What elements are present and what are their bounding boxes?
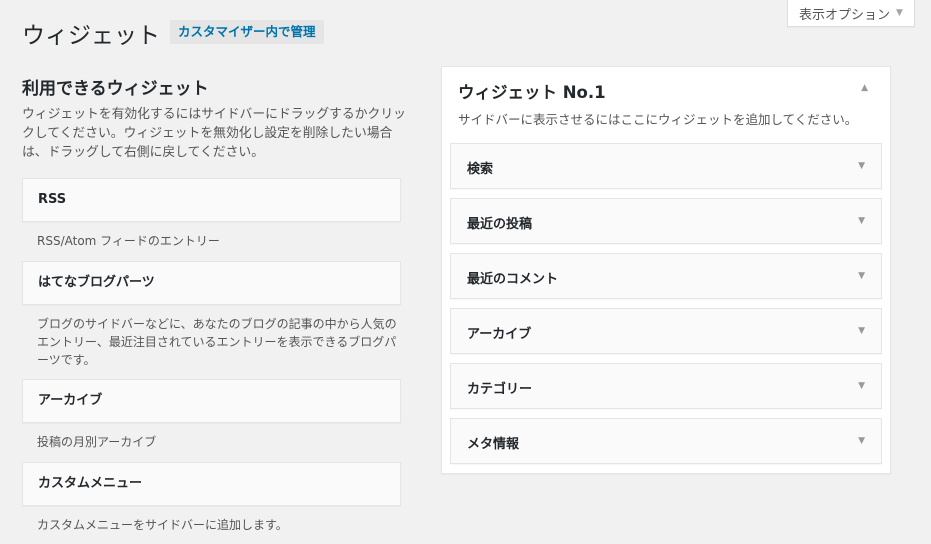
widget-description: 投稿の月別アーカイブ [37,435,157,449]
sidebar-widget-meta[interactable]: メタ情報 ▼ [450,418,882,464]
page-title: ウィジェット [22,23,160,49]
caret-up-icon[interactable]: ▲ [861,83,868,93]
widget-title: アーカイブ [467,327,532,342]
sidebar-widget-recent-posts[interactable]: 最近の投稿 ▼ [450,198,882,244]
widget-title: はてなブログパーツ [38,275,155,290]
sidebar-title: ウィジェット No.1 [458,83,606,102]
widget-description: RSS/Atom フィードのエントリー [37,234,220,248]
caret-down-icon[interactable]: ▼ [858,271,865,281]
available-widgets-description: ウィジェットを有効化するにはサイドバーにドラッグするかクリックしてください。ウィ… [22,107,406,160]
widget-description: カスタムメニューをサイドバーに追加します。 [37,518,288,532]
widget-title: 検索 [467,162,494,177]
widget-title: RSS [38,192,67,207]
widget-title: 最近のコメント [467,272,559,287]
caret-down-icon[interactable]: ▼ [858,326,865,336]
caret-down-icon[interactable]: ▼ [858,161,865,171]
screen-options-button[interactable]: 表示オプション ▼ [787,0,915,27]
widget-title: カスタムメニュー [38,476,143,491]
widget-title: 最近の投稿 [467,217,533,232]
caret-down-icon[interactable]: ▼ [858,216,865,226]
widget-rss[interactable]: RSS [22,178,401,222]
manage-in-customizer-button[interactable]: カスタマイザー内で管理 [170,20,324,44]
widget-title: カテゴリー [467,382,533,397]
sidebar-description: サイドバーに表示させるにはここにウィジェットを追加してください。 [458,112,858,127]
sidebar-widget-search[interactable]: 検索 ▼ [450,143,882,189]
widget-custom-menu[interactable]: カスタムメニュー [22,462,401,506]
sidebar-widget-categories[interactable]: カテゴリー ▼ [450,363,882,409]
caret-down-icon[interactable]: ▼ [858,436,865,446]
widget-title: アーカイブ [38,393,103,408]
caret-down-icon[interactable]: ▼ [858,381,865,391]
widget-description: ブログのサイドバーなどに、あなたのブログの記事の中から人気のエントリー、最近注目… [37,317,397,367]
widget-title: メタ情報 [467,437,520,452]
sidebar-widget-archives[interactable]: アーカイブ ▼ [450,308,882,354]
sidebar-widget-area[interactable]: ウィジェット No.1 ▲ サイドバーに表示させるにはここにウィジェットを追加し… [441,66,891,474]
widget-hatena-blogparts[interactable]: はてなブログパーツ [22,261,401,305]
available-widgets-title: 利用できるウィジェット [22,79,209,99]
widget-archives[interactable]: アーカイブ [22,379,401,423]
caret-down-icon: ▼ [896,8,903,18]
sidebar-widget-recent-comments[interactable]: 最近のコメント ▼ [450,253,882,299]
screen-options-label: 表示オプション [799,7,891,23]
